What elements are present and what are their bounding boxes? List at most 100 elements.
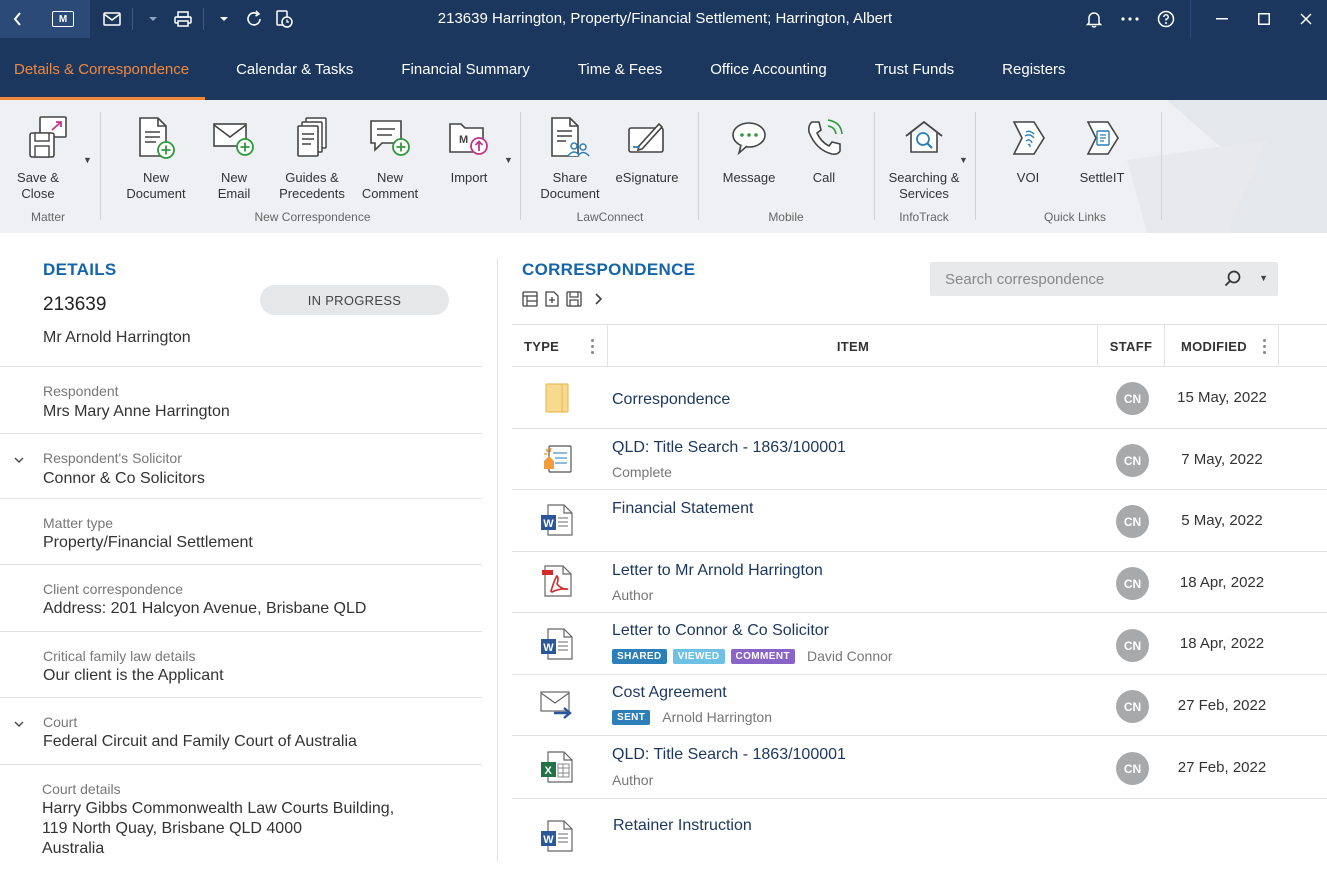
table-row[interactable]: W Financial Statement CN 5 May, 2022 [512, 490, 1327, 552]
searching-services-button[interactable]: Searching & Services [884, 114, 964, 202]
save-close-icon [29, 116, 67, 158]
chevron-down-icon[interactable] [14, 454, 24, 466]
detail-label: Respondent's Solicitor [43, 450, 182, 466]
column-header-modified[interactable]: MODIFIED [1165, 325, 1263, 367]
tab-calendar-tasks[interactable]: Calendar & Tasks [205, 38, 377, 100]
column-divider [1278, 325, 1279, 367]
new-document-button[interactable]: New Document [118, 114, 194, 202]
history-button[interactable] [270, 5, 298, 33]
shared-badge: SHARED [612, 648, 667, 664]
main-nav: Details & Correspondence Calendar & Task… [0, 38, 1327, 100]
chevron-right-icon[interactable] [592, 292, 604, 306]
import-button[interactable]: M Import [431, 114, 507, 186]
save-close-button[interactable]: Save & Close [10, 114, 86, 202]
minimize-button[interactable] [1201, 0, 1243, 38]
table-row[interactable]: Cost Agreement SENT Arnold Harrington CN… [512, 675, 1327, 736]
print-button[interactable] [169, 5, 197, 33]
searching-services-dropdown[interactable]: ▼ [959, 155, 968, 165]
table-row[interactable]: QLD: Title Search - 1863/100001 Complete… [512, 429, 1327, 490]
detail-row-critical-details[interactable]: Critical family law details Our client i… [0, 631, 482, 697]
avatar: CN [1116, 382, 1149, 415]
list-view-icon[interactable] [522, 291, 538, 307]
row-title: QLD: Title Search - 1863/100001 [612, 746, 846, 763]
column-header-item[interactable]: ITEM [608, 325, 1098, 367]
svg-text:W: W [543, 834, 554, 846]
new-email-button[interactable]: New Email [196, 114, 272, 202]
tab-office-accounting[interactable]: Office Accounting [686, 38, 850, 100]
message-icon [732, 122, 766, 156]
ribbon-toolbar: Save & Close ▼ Matter New Document New E… [0, 100, 1327, 233]
maximize-icon [1258, 13, 1270, 25]
table-row[interactable]: W Retainer Instruction [512, 799, 1327, 874]
tab-registers[interactable]: Registers [978, 38, 1089, 100]
detail-label: Court details [42, 781, 121, 797]
tab-details-correspondence[interactable]: Details & Correspondence [0, 38, 206, 100]
new-document-icon [139, 117, 175, 159]
column-menu-icon[interactable] [591, 339, 595, 357]
detail-row-matter-type[interactable]: Matter type Property/Financial Settlemen… [0, 498, 482, 564]
column-header-type[interactable]: TYPE [524, 325, 559, 367]
search-dropdown-button[interactable]: ▼ [1259, 273, 1268, 283]
close-button[interactable] [1285, 0, 1327, 38]
tab-financial-summary[interactable]: Financial Summary [377, 38, 553, 100]
voi-button[interactable]: VOI [990, 114, 1066, 186]
search-icon[interactable] [1224, 270, 1242, 288]
tab-time-fees[interactable]: Time & Fees [554, 38, 686, 100]
esignature-button[interactable]: eSignature [609, 114, 685, 186]
save-close-dropdown[interactable]: ▼ [83, 155, 92, 165]
search-input[interactable] [930, 262, 1220, 296]
mail-icon [103, 12, 121, 26]
app-logo-button[interactable]: M [36, 0, 90, 38]
back-button[interactable] [0, 0, 36, 38]
close-icon [1300, 13, 1312, 25]
new-email-label: New Email [217, 170, 251, 201]
row-title: Financial Statement [612, 500, 754, 517]
group-label-new-correspondence: New Correspondence [254, 210, 371, 224]
column-header-staff[interactable]: STAFF [1098, 325, 1164, 367]
detail-row-court[interactable]: Court Federal Circuit and Family Court o… [0, 697, 482, 764]
esignature-label: eSignature [615, 170, 679, 185]
detail-row-respondent[interactable]: Respondent Mrs Mary Anne Harrington [0, 366, 482, 433]
help-button[interactable] [1148, 5, 1184, 33]
new-comment-button[interactable]: New Comment [352, 114, 428, 202]
table-row[interactable]: Letter to Mr Arnold Harrington Author CN… [512, 552, 1327, 613]
import-icon: M [449, 123, 488, 155]
detail-label: Client correspondence [43, 581, 184, 597]
settleit-button[interactable]: SettleIT [1064, 114, 1140, 186]
settleit-label: SettleIT [1079, 170, 1125, 185]
table-row[interactable]: W Letter to Connor & Co Solicitor SHARED… [512, 613, 1327, 675]
column-menu-icon[interactable] [1263, 339, 1267, 357]
print-dropdown-button[interactable] [210, 5, 238, 33]
import-dropdown[interactable]: ▼ [504, 155, 513, 165]
mail-dropdown-button[interactable] [139, 5, 167, 33]
table-row[interactable]: X QLD: Title Search - 1863/100001 Author… [512, 736, 1327, 799]
share-document-button[interactable]: Share Document [532, 114, 608, 202]
svg-text:M: M [459, 134, 468, 146]
refresh-button[interactable] [240, 5, 268, 33]
sent-email-icon [540, 691, 572, 719]
table-row[interactable]: Correspondence CN 15 May, 2022 [512, 367, 1327, 429]
more-options-button[interactable] [1112, 5, 1148, 33]
notifications-button[interactable] [1076, 5, 1112, 33]
add-document-icon[interactable] [544, 291, 560, 307]
detail-row-client-correspondence[interactable]: Client correspondence Address: 201 Halcy… [0, 564, 482, 631]
status-badge[interactable]: IN PROGRESS [260, 285, 449, 315]
ribbon-divider [1161, 112, 1162, 220]
svg-text:X: X [545, 765, 553, 777]
tab-trust-funds[interactable]: Trust Funds [851, 38, 978, 100]
call-button[interactable]: Call [786, 114, 862, 186]
detail-row-court-details[interactable]: Court details Harry Gibbs Commonwealth L… [0, 764, 482, 874]
detail-row-solicitor[interactable]: Respondent's Solicitor Connor & Co Solic… [0, 433, 482, 498]
pdf-icon [542, 565, 572, 597]
searching-services-label: Searching & Services [888, 170, 960, 201]
mail-button[interactable] [98, 5, 126, 33]
maximize-button[interactable] [1243, 0, 1285, 38]
save-icon[interactable] [566, 291, 582, 307]
group-label-infotrack: InfoTrack [899, 210, 949, 224]
new-comment-label: New Comment [361, 170, 419, 201]
message-button[interactable]: Message [711, 114, 787, 186]
word-doc-icon: W [541, 820, 573, 852]
chevron-down-icon[interactable] [14, 718, 24, 730]
new-document-label: New Document [126, 170, 186, 201]
guides-precedents-button[interactable]: Guides & Precedents [274, 114, 350, 202]
